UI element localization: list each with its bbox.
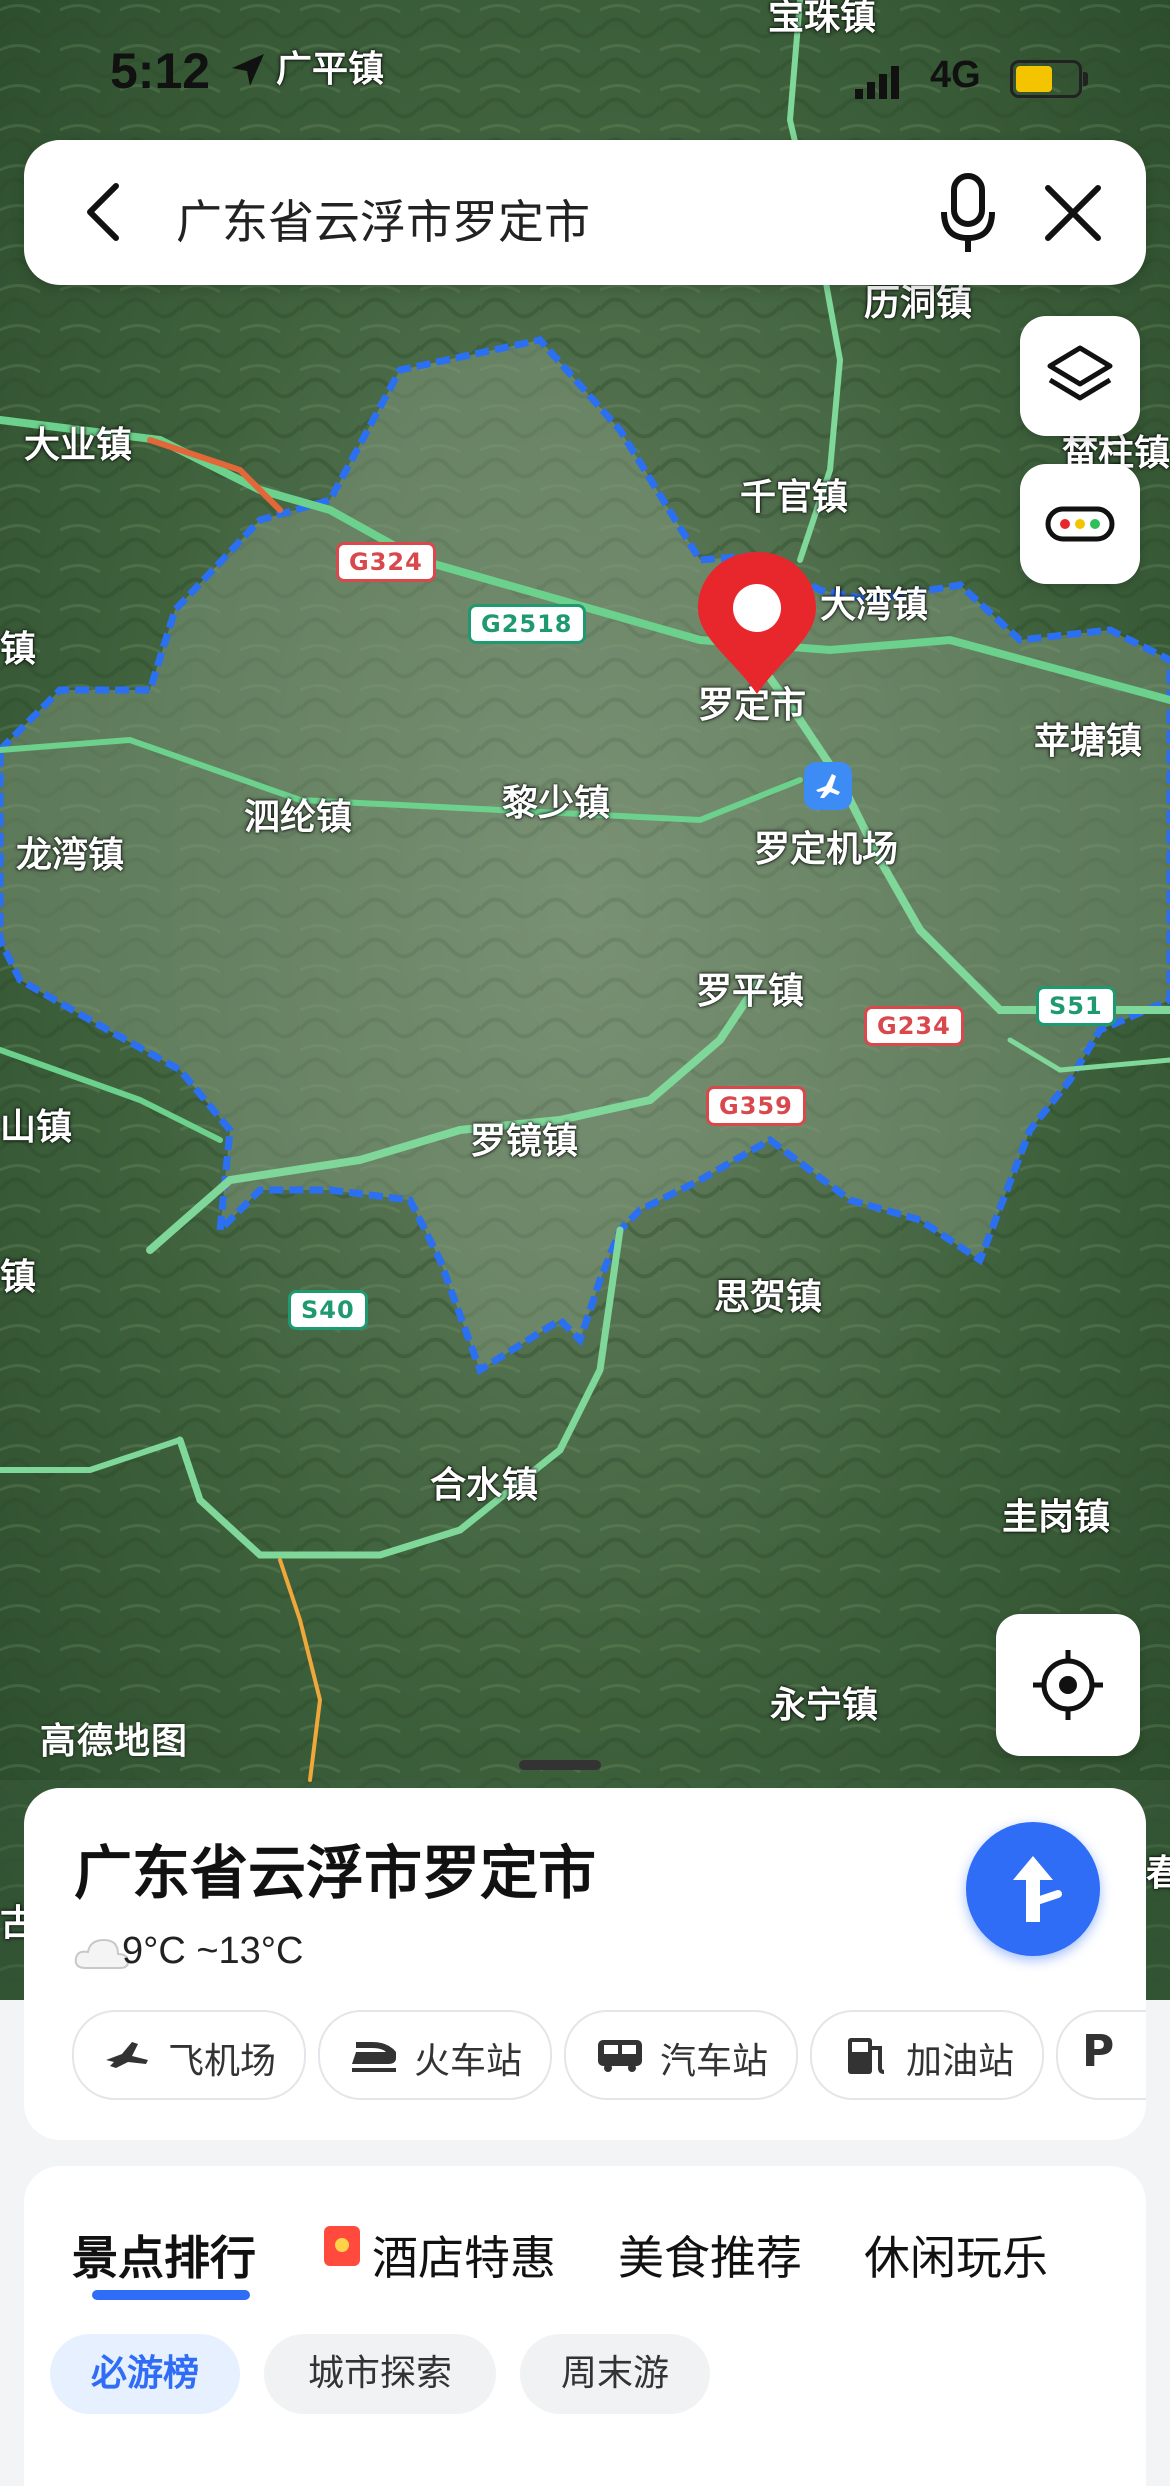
battery-icon — [1010, 60, 1088, 98]
map-terrain — [0, 0, 1170, 2000]
weather-range: 9°C ~13°C — [122, 1930, 304, 1972]
airplane-icon[interactable] — [802, 760, 854, 812]
town-label[interactable]: 镇 — [0, 1248, 36, 1300]
chip-bus-station[interactable]: 汽车站 — [564, 2010, 798, 2100]
town-label[interactable]: 黎少镇 — [502, 774, 610, 826]
layers-button[interactable] — [1020, 316, 1140, 436]
chip-label: 飞机场 — [168, 2041, 277, 2082]
train-icon — [352, 2042, 396, 2072]
town-label[interactable]: 大湾镇 — [820, 576, 928, 628]
microphone-icon[interactable] — [928, 168, 1008, 258]
search-query[interactable]: 广东省云浮市罗定市 — [176, 186, 590, 252]
town-label[interactable]: 永宁镇 — [770, 1676, 878, 1728]
search-bar[interactable]: 广东省云浮市罗定市 — [24, 140, 1146, 285]
town-label[interactable]: 山镇 — [0, 1098, 72, 1150]
town-label[interactable]: 思贺镇 — [714, 1268, 822, 1320]
route-button[interactable] — [966, 1822, 1100, 1956]
road-shield-s51[interactable]: S51 — [1036, 986, 1116, 1026]
town-label[interactable]: 罗镜镇 — [470, 1112, 578, 1164]
nearby-chips: 飞机场 火车站 汽车站 加油站 P — [72, 2010, 1146, 2102]
town-label[interactable]: 圭岗镇 — [1002, 1488, 1110, 1540]
town-label[interactable]: 泗纶镇 — [244, 788, 352, 840]
tab-leisure[interactable]: 休闲玩乐 — [864, 2222, 1048, 2288]
chip-label: 汽车站 — [660, 2041, 769, 2082]
locate-button[interactable] — [996, 1614, 1140, 1756]
amap-logo: 高德地图 — [40, 1721, 189, 1762]
town-label[interactable]: 镇 — [0, 620, 36, 672]
tab-hotels[interactable]: 酒店特惠 — [372, 2222, 556, 2288]
place-info-card[interactable]: 广东省云浮市罗定市 9°C ~13°C 飞机场 火车站 汽车站 加油站 P — [24, 1788, 1146, 2140]
town-label[interactable]: 苹塘镇 — [1034, 712, 1142, 764]
bus-icon — [598, 2040, 642, 2072]
subtab-city-explore[interactable]: 城市探索 — [264, 2334, 496, 2414]
road-shield-g2518[interactable]: G2518 — [468, 604, 586, 644]
satellite-map[interactable]: 宝珠镇 广平镇 历洞镇 大业镇 榃柱镇 千官镇 大湾镇 镇 罗定市 苹塘镇 泗纶… — [0, 0, 1170, 2000]
close-icon[interactable] — [1028, 168, 1118, 258]
town-label[interactable]: 罗定机场 — [754, 820, 898, 872]
hotel-icon — [324, 2226, 360, 2266]
town-label[interactable]: 合水镇 — [430, 1456, 538, 1508]
status-bar: 5:12 4G — [0, 30, 1170, 110]
crosshair-icon — [1033, 1650, 1103, 1720]
gas-pump-icon — [848, 2038, 885, 2074]
tab-attractions[interactable]: 景点排行 — [72, 2222, 256, 2288]
tab-food[interactable]: 美食推荐 — [618, 2222, 802, 2288]
route-arrow-icon — [1013, 1856, 1062, 1922]
chip-train-station[interactable]: 火车站 — [318, 2010, 552, 2100]
traffic-icon — [1045, 506, 1115, 542]
airplane-icon — [106, 2042, 148, 2068]
road-shield-g359[interactable]: G359 — [706, 1086, 806, 1126]
chip-airport[interactable]: 飞机场 — [72, 2010, 306, 2100]
town-label[interactable]: 春 — [1146, 1844, 1170, 1896]
recommendation-panel: 景点排行 酒店特惠 美食推荐 休闲玩乐 必游榜 城市探索 周末游 — [24, 2166, 1146, 2486]
layers-icon — [1047, 345, 1113, 401]
town-label[interactable]: 大业镇 — [24, 416, 132, 468]
chip-parking[interactable]: P — [1056, 2010, 1146, 2100]
chip-gas-station[interactable]: 加油站 — [810, 2010, 1044, 2100]
road-shield-g324[interactable]: G324 — [336, 542, 436, 582]
town-label[interactable]: 龙湾镇 — [16, 826, 124, 878]
sheet-drag-handle[interactable] — [519, 1760, 601, 1770]
town-label[interactable]: 罗平镇 — [696, 962, 804, 1014]
place-title: 广东省云浮市罗定市 — [74, 1839, 597, 1907]
road-shield-g234[interactable]: G234 — [864, 1006, 964, 1046]
subtab-must-visit[interactable]: 必游榜 — [50, 2334, 240, 2414]
chip-label: 火车站 — [414, 2041, 523, 2082]
location-pin-icon[interactable] — [692, 548, 822, 698]
signal-icon — [855, 66, 899, 99]
back-icon[interactable] — [66, 172, 146, 252]
chip-label: P — [1082, 2026, 1115, 2077]
network-type: 4G — [930, 54, 981, 96]
location-arrow-icon — [232, 54, 264, 86]
road-shield-s40[interactable]: S40 — [288, 1290, 368, 1330]
subtab-weekend-trip[interactable]: 周末游 — [520, 2334, 710, 2414]
status-time: 5:12 — [110, 43, 211, 99]
chip-label: 加油站 — [906, 2041, 1015, 2082]
traffic-button[interactable] — [1020, 464, 1140, 584]
active-tab-indicator — [92, 2290, 250, 2300]
town-label[interactable]: 千官镇 — [740, 468, 848, 520]
